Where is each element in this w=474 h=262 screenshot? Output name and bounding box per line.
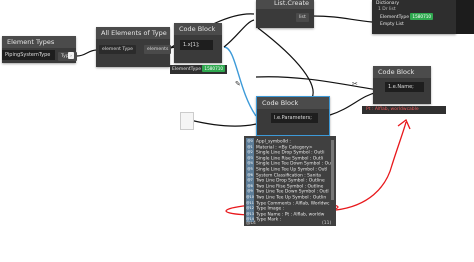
node-title: Code Block	[174, 23, 222, 35]
wire-code-block-1-to-list-create	[223, 19, 255, 48]
code-editor[interactable]: l.e.Parameters;	[271, 113, 318, 123]
list-output-port[interactable]: list	[296, 13, 309, 22]
code-block-node-2[interactable]: Code Block 1.e.Name;	[373, 66, 431, 104]
offscreen-code-block	[180, 112, 194, 130]
parameters-preview-list[interactable]: @0 Appl_symbolId : @1 Material : <By Catego…	[244, 136, 336, 226]
dynamo-canvas[interactable]: Element Types PipingSystemType Types › A…	[0, 0, 474, 262]
code-block-1-preview: ElementType 1580710	[170, 65, 228, 74]
code-editor[interactable]: 1.e.Name;	[385, 82, 424, 92]
node-title: Code Block	[373, 66, 431, 78]
code-block-2-preview: Pt : Alflab, worldwcable	[362, 106, 446, 114]
element-type-dropdown[interactable]: PipingSystemType	[2, 50, 55, 60]
wire-list-create-to-code-block-3	[257, 27, 314, 99]
elements-output-port[interactable]: elements	[144, 45, 172, 54]
wire-types-to-element-type	[76, 49, 98, 57]
list-create-node[interactable]: List.Create list	[256, 0, 314, 28]
preview-label: ElementType	[172, 67, 201, 72]
all-elements-of-type-node[interactable]: All Elements of Type element Type elemen…	[96, 27, 172, 67]
element-id-badge[interactable]: 1580710	[202, 65, 226, 72]
element-type-input-port[interactable]: element Type	[99, 45, 136, 54]
list-footer-right: (11)	[322, 221, 332, 226]
element-type-label: ElementType	[380, 15, 409, 20]
scissors-icon[interactable]: ✂	[352, 80, 358, 88]
dictionary-line-3: Empty List	[380, 22, 404, 27]
dictionary-preview: Dictionary 1 Dr list ElementType 1580710…	[372, 0, 456, 34]
code-editor[interactable]: 1.x[1];	[180, 40, 213, 50]
element-id-badge[interactable]: 1580710	[410, 13, 434, 20]
wire-element-to-code-block-2	[255, 76, 379, 91]
node-title: All Elements of Type	[96, 27, 170, 39]
red-annotation-arrow	[335, 118, 411, 211]
code-block-node-3[interactable]: Code Block l.e.Parameters;	[256, 96, 330, 136]
wire-list-create-to-dictionary	[311, 15, 373, 23]
list-footer-left: @L4	[246, 221, 256, 226]
element-types-pin-icon: ›	[68, 52, 74, 59]
wire-left-to-code-block-3	[189, 119, 257, 127]
node-title: List.Create	[256, 0, 314, 9]
list-item-text: Type Mark :	[256, 217, 282, 223]
list-scrollbar[interactable]	[331, 140, 334, 200]
node-title: Element Types	[2, 36, 76, 48]
node-title: Code Block	[257, 97, 329, 109]
cursor-icon: ✎	[235, 80, 241, 88]
code-block-node-1[interactable]: Code Block 1.x[1];	[174, 23, 222, 63]
top-right-dark-strip	[456, 0, 474, 34]
